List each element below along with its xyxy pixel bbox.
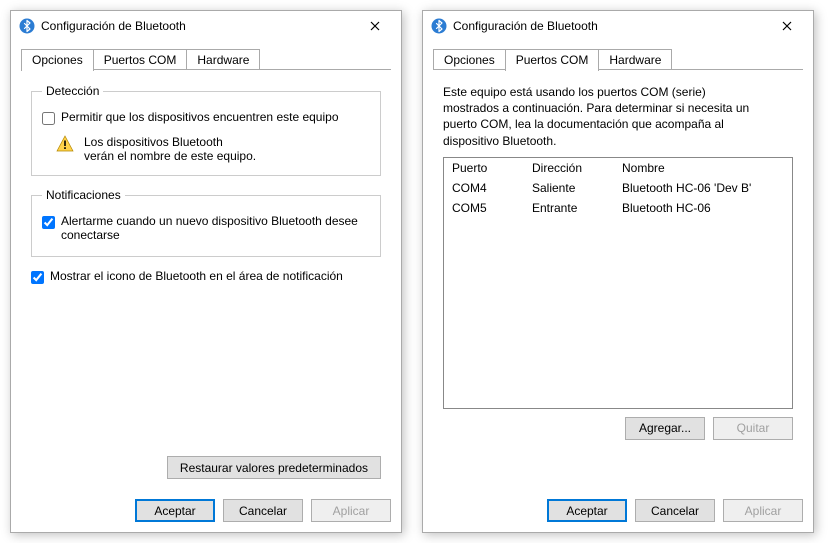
tab-options[interactable]: Opciones [21, 49, 94, 71]
detection-group: Detección Permitir que los dispositivos … [31, 84, 381, 176]
table-header: Puerto Dirección Nombre [444, 158, 792, 178]
cancel-button[interactable]: Cancelar [223, 499, 303, 522]
notifications-group: Notificaciones Alertarme cuando un nuevo… [31, 188, 381, 257]
window-title: Configuración de Bluetooth [41, 19, 355, 33]
bluetooth-icon [431, 18, 447, 34]
bluetooth-icon [19, 18, 35, 34]
cell-name: Bluetooth HC-06 [622, 201, 784, 215]
tabs: Opciones Puertos COM Hardware [423, 41, 813, 70]
remove-button[interactable]: Quitar [713, 417, 793, 440]
cell-direction: Entrante [532, 201, 622, 215]
cell-port: COM4 [452, 181, 532, 195]
com-ports-panel: Este equipo está usando los puertos COM … [433, 70, 803, 489]
close-icon[interactable] [767, 12, 807, 40]
apply-button[interactable]: Aplicar [723, 499, 803, 522]
add-button[interactable]: Agregar... [625, 417, 705, 440]
allow-discovery-label: Permitir que los dispositivos encuentren… [61, 110, 339, 124]
dialog-buttons: Aceptar Cancelar Aplicar [433, 489, 803, 522]
tab-hardware[interactable]: Hardware [598, 49, 672, 70]
tray-icon-label: Mostrar el icono de Bluetooth en el área… [50, 269, 343, 283]
close-icon[interactable] [355, 12, 395, 40]
cell-port: COM5 [452, 201, 532, 215]
notifications-legend: Notificaciones [42, 188, 125, 202]
cell-name: Bluetooth HC-06 'Dev B' [622, 181, 784, 195]
tray-icon-row[interactable]: Mostrar el icono de Bluetooth en el área… [31, 269, 381, 284]
allow-discovery-row[interactable]: Permitir que los dispositivos encuentren… [42, 110, 370, 125]
bluetooth-settings-options-dialog: Configuración de Bluetooth Opciones Puer… [10, 10, 402, 533]
options-panel: Detección Permitir que los dispositivos … [21, 70, 391, 489]
cancel-button[interactable]: Cancelar [635, 499, 715, 522]
cell-direction: Saliente [532, 181, 622, 195]
tray-icon-checkbox[interactable] [31, 271, 44, 284]
alert-connect-row[interactable]: Alertarme cuando un nuevo dispositivo Bl… [42, 214, 370, 242]
table-row[interactable]: COM5 Entrante Bluetooth HC-06 [444, 198, 792, 218]
detection-legend: Detección [42, 84, 103, 98]
tabs: Opciones Puertos COM Hardware [11, 41, 401, 70]
window-title: Configuración de Bluetooth [453, 19, 767, 33]
tab-hardware[interactable]: Hardware [186, 49, 260, 70]
tab-options[interactable]: Opciones [433, 49, 506, 70]
header-name[interactable]: Nombre [622, 161, 784, 175]
header-direction[interactable]: Dirección [532, 161, 622, 175]
alert-connect-label: Alertarme cuando un nuevo dispositivo Bl… [61, 214, 370, 242]
restore-defaults-button[interactable]: Restaurar valores predeterminados [167, 456, 381, 479]
ok-button[interactable]: Aceptar [547, 499, 627, 522]
com-ports-table[interactable]: Puerto Dirección Nombre COM4 Saliente Bl… [443, 157, 793, 409]
bluetooth-settings-com-dialog: Configuración de Bluetooth Opciones Puer… [422, 10, 814, 533]
apply-button[interactable]: Aplicar [311, 499, 391, 522]
header-port[interactable]: Puerto [452, 161, 532, 175]
tab-com-ports[interactable]: Puertos COM [93, 49, 188, 70]
com-description: Este equipo está usando los puertos COM … [443, 84, 793, 149]
allow-discovery-checkbox[interactable] [42, 112, 55, 125]
table-row[interactable]: COM4 Saliente Bluetooth HC-06 'Dev B' [444, 178, 792, 198]
ok-button[interactable]: Aceptar [135, 499, 215, 522]
warning-text: Los dispositivos Bluetooth verán el nomb… [84, 135, 256, 163]
tab-com-ports[interactable]: Puertos COM [505, 49, 600, 71]
warning-icon [56, 135, 74, 153]
dialog-buttons: Aceptar Cancelar Aplicar [21, 489, 391, 522]
titlebar[interactable]: Configuración de Bluetooth [423, 11, 813, 41]
titlebar[interactable]: Configuración de Bluetooth [11, 11, 401, 41]
alert-connect-checkbox[interactable] [42, 216, 55, 229]
